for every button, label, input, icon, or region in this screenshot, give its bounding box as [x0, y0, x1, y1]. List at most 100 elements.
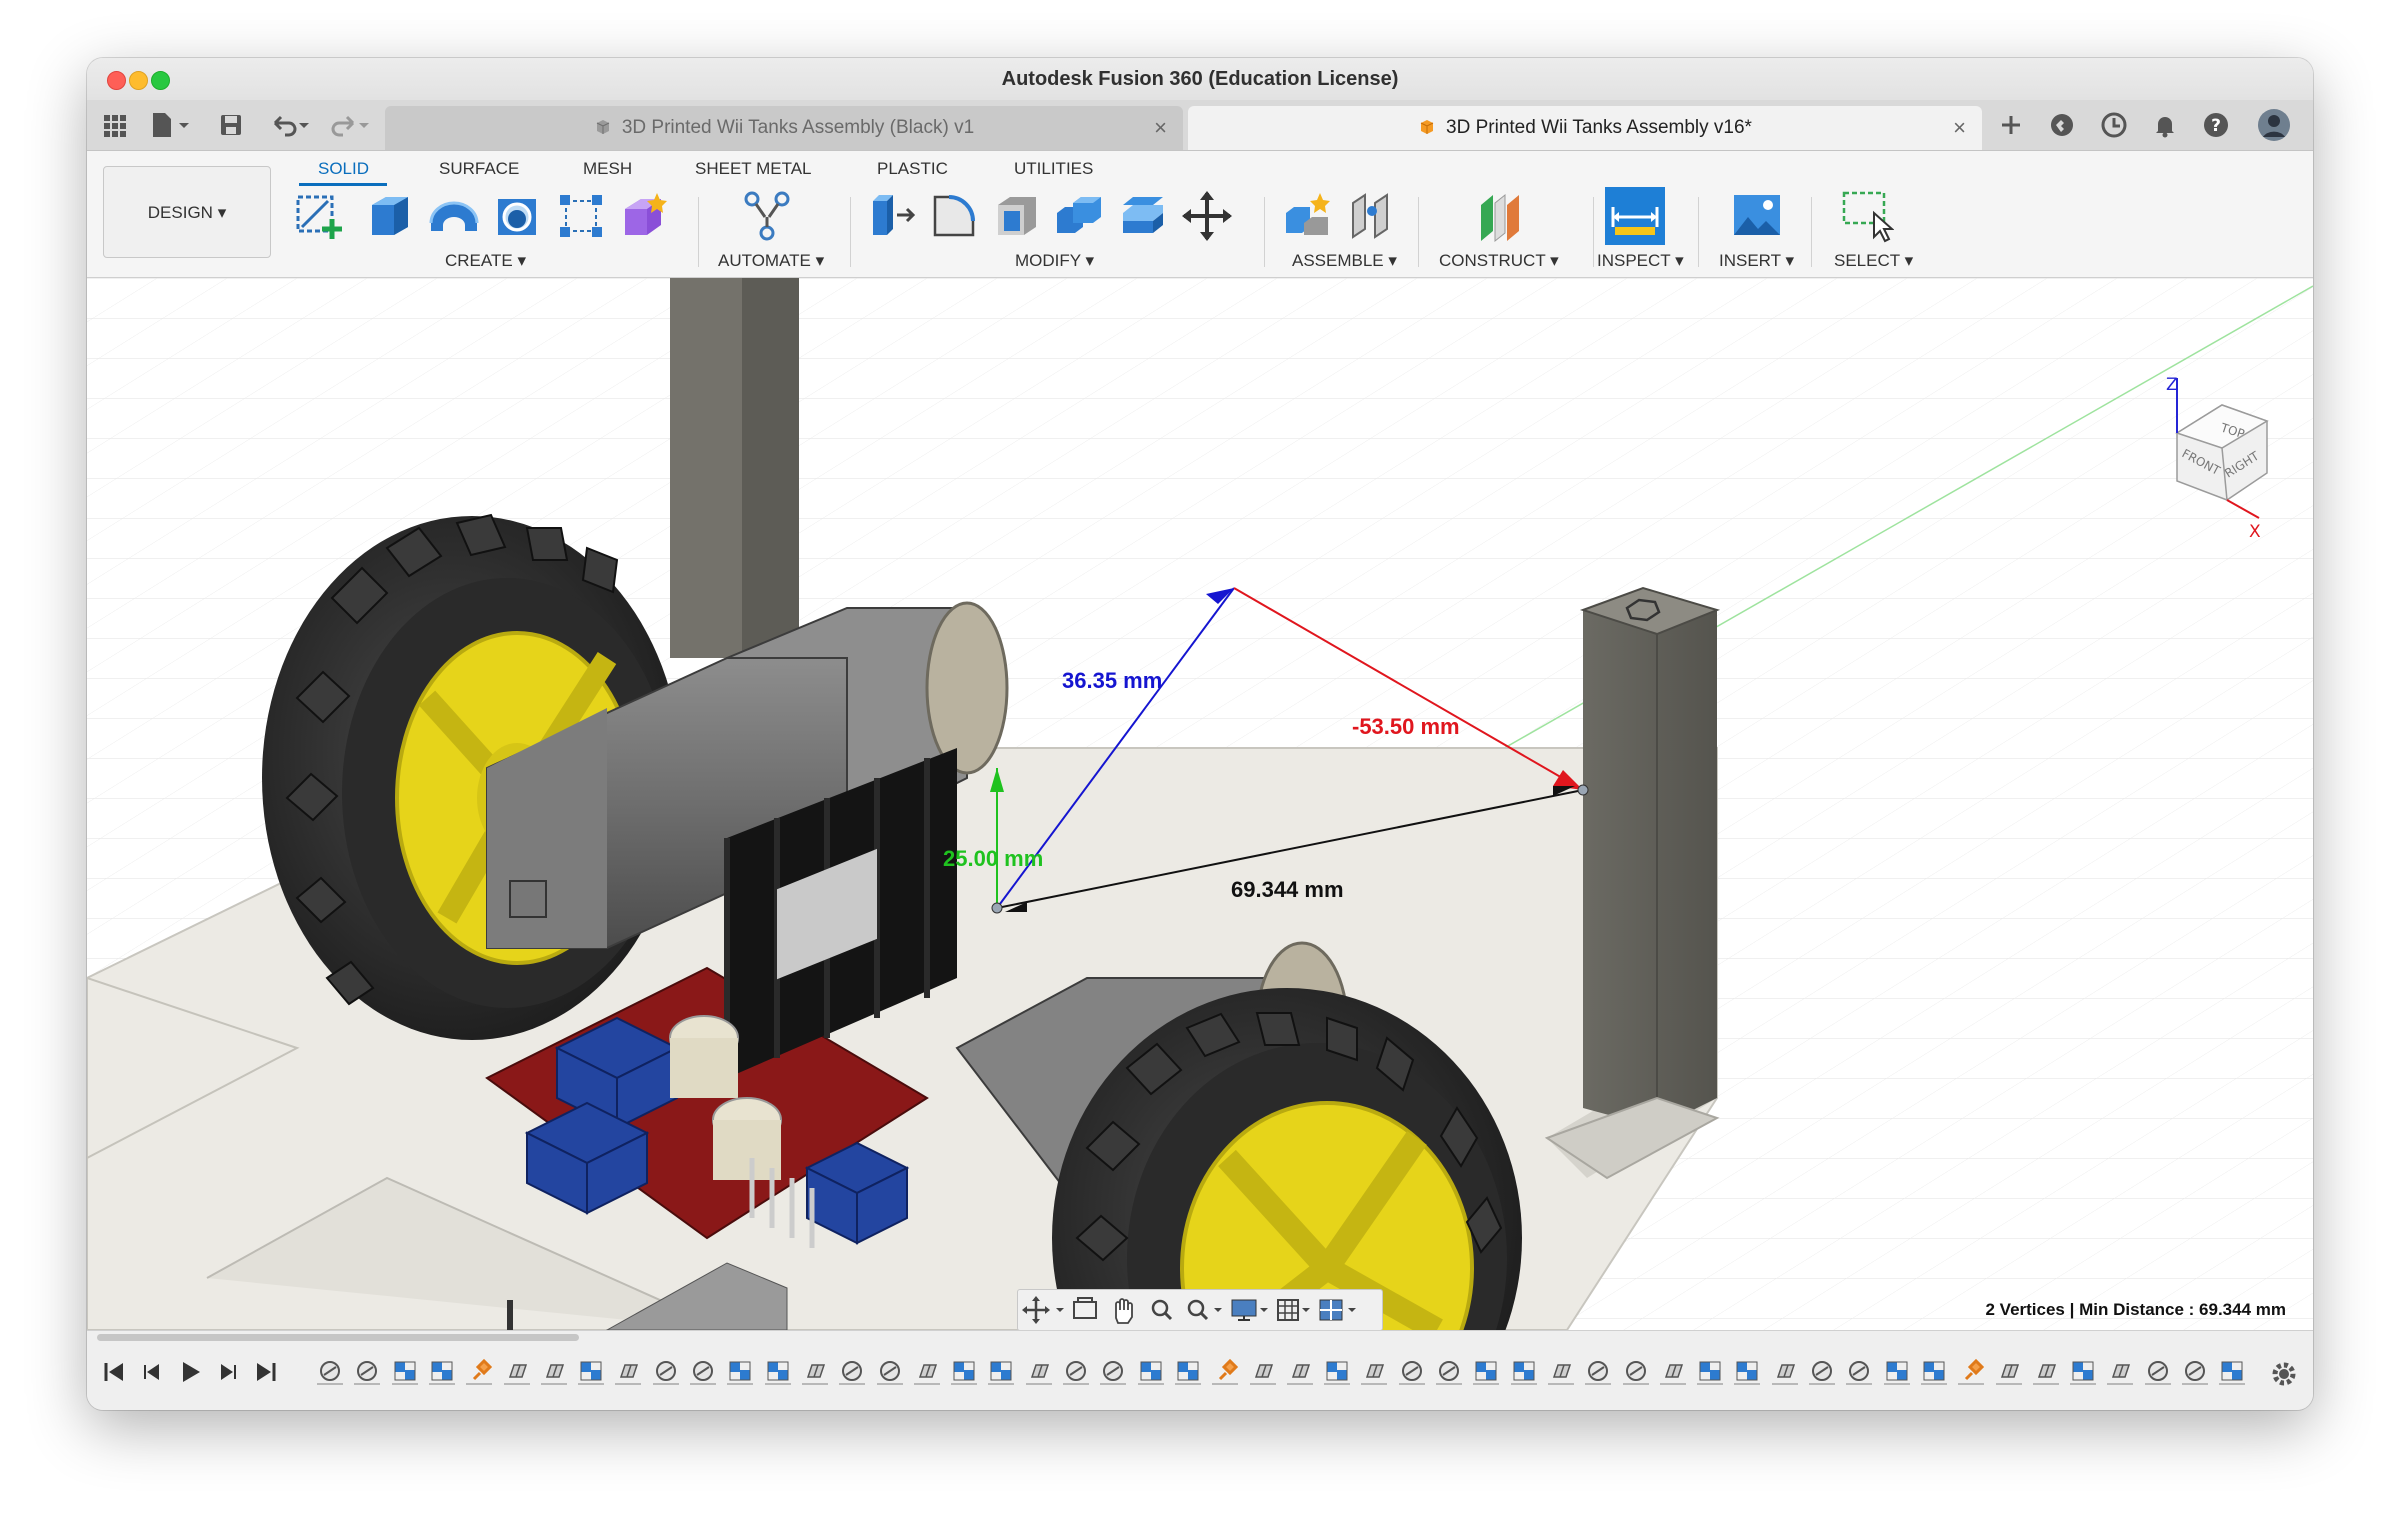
shell-icon[interactable]	[990, 189, 1044, 243]
timeline-feature-rigid-icon[interactable]	[1547, 1357, 1574, 1385]
step-forward-icon[interactable]	[215, 1359, 241, 1385]
timeline-feature-pin-icon[interactable]	[1958, 1357, 1985, 1385]
tab-plastic[interactable]: PLASTIC	[877, 159, 948, 179]
extrude-icon[interactable]	[362, 189, 416, 243]
timeline-feature-rigid-icon[interactable]	[503, 1357, 530, 1385]
timeline-feature-comp-icon[interactable]	[764, 1357, 791, 1385]
timeline-feature-joint-icon[interactable]	[2144, 1357, 2171, 1385]
timeline-feature-rigid-icon[interactable]	[540, 1357, 567, 1385]
timeline-feature-rigid-icon[interactable]	[1771, 1357, 1798, 1385]
zoom-icon[interactable]	[1151, 1299, 1173, 1321]
timeline-feature-comp-icon[interactable]	[578, 1357, 605, 1385]
timeline-feature-rigid-icon[interactable]	[1995, 1357, 2022, 1385]
timeline-feature-joint-icon[interactable]	[1585, 1357, 1612, 1385]
extensions-icon[interactable]	[2047, 110, 2077, 140]
select-icon[interactable]	[1840, 189, 1894, 243]
timeline-feature-comp-icon[interactable]	[727, 1357, 754, 1385]
inspect-menu[interactable]: INSPECT ▾	[1597, 251, 1684, 271]
timeline-scrollbar[interactable]	[97, 1334, 579, 1341]
timeline-feature-rigid-icon[interactable]	[1659, 1357, 1686, 1385]
timeline-feature-comp-icon[interactable]	[1920, 1357, 1947, 1385]
combine-icon[interactable]	[1053, 189, 1107, 243]
timeline-feature-comp-icon[interactable]	[1324, 1357, 1351, 1385]
grid-icon[interactable]	[101, 111, 129, 139]
model-canvas[interactable]: TOP FRONT RIGHT Z X	[87, 278, 2313, 1330]
redo-icon[interactable]	[327, 111, 373, 139]
timeline-feature-joint-icon[interactable]	[1436, 1357, 1462, 1385]
timeline-feature-joint-icon[interactable]	[1398, 1357, 1425, 1385]
step-back-icon[interactable]	[139, 1359, 165, 1385]
timeline-feature-comp-icon[interactable]	[1510, 1357, 1537, 1385]
automate-menu[interactable]: AUTOMATE ▾	[718, 251, 824, 271]
look-at-icon[interactable]	[1073, 1297, 1097, 1319]
skip-start-icon[interactable]	[101, 1359, 127, 1385]
timeline-feature-comp-icon[interactable]	[391, 1357, 418, 1385]
new-tab-icon[interactable]	[1996, 110, 2026, 140]
fillet-icon[interactable]	[927, 189, 981, 243]
timeline-feature-comp-icon[interactable]	[1697, 1357, 1724, 1385]
move-icon[interactable]	[1180, 189, 1234, 243]
help-icon[interactable]: ?	[2201, 110, 2231, 140]
timeline-feature-joint-icon[interactable]	[1100, 1357, 1127, 1385]
orbit-icon[interactable]	[1022, 1296, 1064, 1324]
construct-menu[interactable]: CONSTRUCT ▾	[1439, 251, 1559, 271]
measure-icon[interactable]	[1605, 187, 1665, 245]
create-menu[interactable]: CREATE ▾	[445, 251, 526, 271]
timeline-feature-comp-icon[interactable]	[428, 1357, 455, 1385]
tab-wii-tanks-v16[interactable]: 3D Printed Wii Tanks Assembly v16* ×	[1188, 106, 1982, 150]
revolve-icon[interactable]	[427, 189, 481, 243]
form-icon[interactable]	[617, 189, 671, 243]
timeline-feature-joint-icon[interactable]	[1846, 1357, 1873, 1385]
play-icon[interactable]	[177, 1359, 203, 1385]
timeline-feature-rigid-icon[interactable]	[2107, 1357, 2134, 1385]
zoom-window-icon[interactable]	[1187, 1299, 1222, 1321]
press-pull-icon[interactable]	[865, 189, 919, 243]
timeline-feature-comp-icon[interactable]	[2070, 1357, 2097, 1385]
timeline-feature-joint-icon[interactable]	[652, 1357, 679, 1385]
tab-utilities[interactable]: UTILITIES	[1014, 159, 1093, 179]
timeline-feature-joint-icon[interactable]	[317, 1357, 343, 1385]
create-sketch-icon[interactable]	[292, 189, 346, 243]
pan-icon[interactable]	[1115, 1298, 1133, 1324]
timeline-feature-comp-icon[interactable]	[1473, 1357, 1500, 1385]
timeline-feature-rigid-icon[interactable]	[1286, 1357, 1313, 1385]
timeline-feature-joint-icon[interactable]	[839, 1357, 866, 1385]
grid-settings-icon[interactable]	[1277, 1299, 1310, 1321]
timeline-feature-rigid-icon[interactable]	[1361, 1357, 1388, 1385]
insert-image-icon[interactable]	[1730, 189, 1784, 243]
timeline-feature-rigid-icon[interactable]	[1249, 1357, 1276, 1385]
tab-mesh[interactable]: MESH	[583, 159, 632, 179]
timeline-feature-rigid-icon[interactable]	[615, 1357, 642, 1385]
workspace-switcher[interactable]: DESIGN ▾	[103, 166, 271, 258]
timeline-feature-comp-icon[interactable]	[1174, 1357, 1201, 1385]
insert-menu[interactable]: INSERT ▾	[1719, 251, 1794, 271]
timeline-feature-joint-icon[interactable]	[1622, 1357, 1649, 1385]
gear-icon[interactable]	[2271, 1361, 2297, 1387]
tab-close-button[interactable]: ×	[1154, 115, 1167, 141]
job-status-icon[interactable]	[2099, 110, 2129, 140]
timeline-feature-rigid-icon[interactable]	[2032, 1357, 2059, 1385]
automate-icon[interactable]	[740, 189, 794, 243]
viewports-icon[interactable]	[1319, 1299, 1356, 1321]
pattern-icon[interactable]	[554, 189, 608, 243]
timeline-feature-comp-icon[interactable]	[951, 1357, 978, 1385]
timeline-feature-joint-icon[interactable]	[1809, 1357, 1835, 1385]
offset-plane-icon[interactable]	[1473, 189, 1527, 243]
new-component-icon[interactable]	[1282, 189, 1336, 243]
tab-surface[interactable]: SURFACE	[439, 159, 519, 179]
timeline-feature-joint-icon[interactable]	[876, 1357, 903, 1385]
timeline-feature-joint-icon[interactable]	[2182, 1357, 2208, 1385]
3d-viewport[interactable]: TOP FRONT RIGHT Z X 36.35 mm -53.50 mm 2…	[87, 278, 2313, 1330]
notifications-icon[interactable]	[2150, 110, 2180, 140]
file-icon[interactable]	[149, 111, 193, 139]
timeline-feature-joint-icon[interactable]	[354, 1357, 381, 1385]
undo-icon[interactable]	[267, 111, 313, 139]
modify-menu[interactable]: MODIFY ▾	[1015, 251, 1094, 271]
joint-icon[interactable]	[1345, 189, 1399, 243]
timeline-feature-rigid-icon[interactable]	[913, 1357, 940, 1385]
timeline-feature-rigid-icon[interactable]	[801, 1357, 828, 1385]
tab-solid[interactable]: SOLID	[318, 159, 369, 179]
timeline-feature-joint-icon[interactable]	[1063, 1357, 1089, 1385]
tab-wii-tanks-black[interactable]: 3D Printed Wii Tanks Assembly (Black) v1…	[385, 106, 1183, 150]
timeline-feature-comp-icon[interactable]	[1734, 1357, 1761, 1385]
